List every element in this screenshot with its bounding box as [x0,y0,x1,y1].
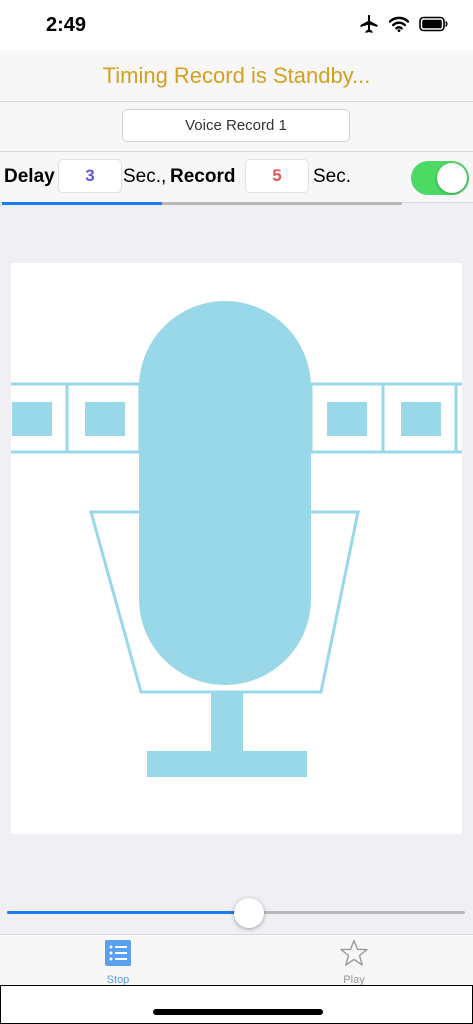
tab-play[interactable]: Play [314,939,394,986]
tab-stop[interactable]: Stop [78,939,158,986]
record-progress-fill [2,202,162,205]
record-duration-field[interactable]: 5 [245,159,309,193]
status-bar: 2:49 [0,0,473,50]
home-indicator [153,1009,323,1015]
status-title: Timing Record is Standby... [102,62,371,88]
header: Timing Record is Standby... [0,50,473,102]
list-icon [104,939,132,972]
record-unit-label: Sec. [313,166,352,187]
record-name-row: Voice Record 1 [0,102,473,152]
star-icon [339,939,369,972]
status-icons [359,14,449,39]
delay-label: Delay [4,166,55,187]
home-area [0,985,473,1024]
tab-bar: Stop Play [0,934,473,986]
status-time: 2:49 [46,14,87,36]
microphone-icon [11,301,462,777]
microphone-panel [11,263,462,834]
record-name-field[interactable]: Voice Record 1 [122,109,350,142]
airplane-icon [359,14,379,39]
battery-icon [419,16,449,37]
record-progress-bar [2,202,402,205]
timing-toggle[interactable] [411,161,469,195]
timing-row: Delay 3 Sec., Record 5 Sec. [0,152,473,203]
record-label: Record [170,166,236,187]
toggle-knob [437,163,467,193]
delay-field[interactable]: 3 [58,159,122,193]
slider-fill [7,911,249,914]
screen: 2:49 Timing Record is Standby... Voice R… [0,0,473,1024]
wifi-icon [388,16,410,37]
slider-thumb[interactable] [233,898,264,928]
playback-slider[interactable] [7,898,465,928]
delay-unit-label: Sec., [123,166,167,187]
